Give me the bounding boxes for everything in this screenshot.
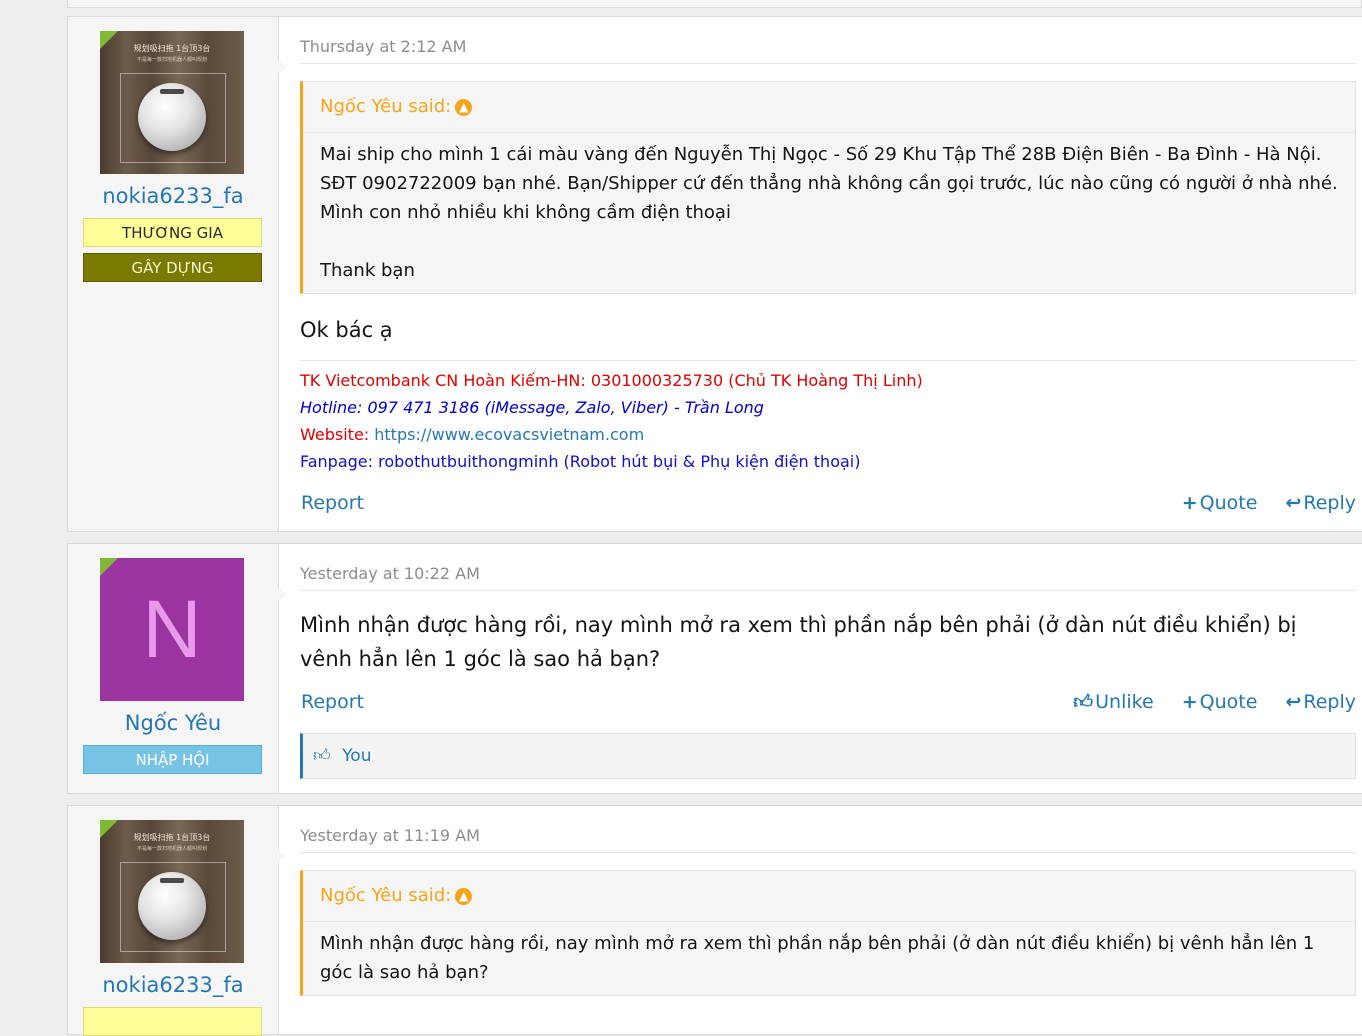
signature: TK Vietcombank CN Hoàn Kiếm-HN: 03010003… (300, 367, 923, 475)
unlike-button[interactable]: 👍︎ Unlike (1073, 691, 1153, 713)
report-link[interactable]: Report (301, 492, 364, 514)
post-2: N Ngốc Yêu NHẬP HỘI Yesterday at 10:22 A… (67, 543, 1362, 794)
online-indicator-icon (100, 820, 118, 838)
post-timestamp[interactable]: Yesterday at 10:22 AM (300, 564, 480, 583)
post-3-content: Yesterday at 11:19 AM Ngốc Yêu said: ▲ Mì… (300, 806, 1356, 1034)
online-indicator-icon (100, 31, 118, 49)
quote-block: Ngốc Yêu said: ▲ Mai ship cho mình 1 cái … (300, 81, 1356, 294)
quote-block: Ngốc Yêu said: ▲ Mình nhận được hàng rồi,… (300, 870, 1356, 996)
avatar[interactable]: N (100, 558, 244, 701)
quote-text: Mình nhận được hàng rồi, nay mình mở ra … (320, 933, 1315, 983)
divider (303, 132, 1355, 133)
quote-button[interactable]: + Quote (1182, 691, 1258, 713)
username[interactable]: nokia6233_fa (68, 973, 278, 997)
robot-vacuum-icon (138, 83, 206, 151)
divider (300, 63, 1356, 64)
report-link[interactable]: Report (301, 691, 364, 713)
likes-user-link[interactable]: You (342, 746, 371, 766)
post-3: 规划吸扫拖 1台顶3台 不是每一款扫地机器人都叫规划 nokia6233_fa … (67, 805, 1362, 1036)
reply-arrow-icon: ↩ (1285, 492, 1302, 514)
previous-post-edge (67, 0, 1362, 8)
quote-button[interactable]: + Quote (1182, 492, 1258, 514)
reply-arrow-icon: ↩ (1285, 691, 1302, 713)
thumbs-up-icon: 👍︎ (1073, 691, 1094, 713)
likes-summary: 👍︎ You (300, 733, 1356, 779)
post-1: 规划吸扫拖 1台顶3台 不是每一款扫地机器人都叫规划 nokia6233_fa … (67, 16, 1362, 532)
divider (303, 921, 1355, 922)
post-timestamp[interactable]: Thursday at 2:12 AM (300, 37, 466, 56)
avatar[interactable]: 规划吸扫拖 1台顶3台 不是每一款扫地机器人都叫规划 (100, 820, 244, 963)
divider (300, 852, 1356, 853)
post-3-user-info: 规划吸扫拖 1台顶3台 不是每一款扫地机器人都叫规划 nokia6233_fa (68, 806, 279, 1036)
post-2-user-info: N Ngốc Yêu NHẬP HỘI (68, 544, 279, 793)
username[interactable]: Ngốc Yêu (68, 711, 278, 735)
reply-button[interactable]: ↩ Reply (1285, 492, 1356, 514)
post-message: Mình nhận được hàng rồi, nay mình mở ra … (300, 613, 1297, 671)
avatar[interactable]: 规划吸扫拖 1台顶3台 不是每一款扫地机器人都叫规划 (100, 31, 244, 174)
message-arrow (277, 59, 286, 75)
quote-attribution[interactable]: Ngốc Yêu said: ▲ (320, 96, 473, 117)
online-indicator-icon (100, 558, 118, 576)
plus-icon: + (1181, 492, 1198, 514)
signature-fanpage[interactable]: Fanpage: robothutbuithongminh (Robot hút… (300, 448, 923, 475)
signature-divider (300, 360, 1356, 361)
post-timestamp[interactable]: Yesterday at 11:19 AM (300, 826, 480, 845)
arrow-up-circle-icon[interactable]: ▲ (455, 99, 473, 116)
website-link[interactable]: https://www.ecovacsvietnam.com (374, 425, 644, 444)
message-arrow (277, 848, 286, 864)
user-banner (83, 1007, 262, 1036)
arrow-up-circle-icon[interactable]: ▲ (455, 888, 473, 905)
username[interactable]: nokia6233_fa (68, 184, 278, 208)
user-banner: GÂY DỰNG (83, 253, 262, 282)
quote-attribution[interactable]: Ngốc Yêu said: ▲ (320, 885, 473, 906)
post-1-content: Thursday at 2:12 AM Ngốc Yêu said: ▲ Mai … (300, 17, 1356, 531)
reply-button[interactable]: ↩ Reply (1285, 691, 1356, 713)
post-message: Ok bác ạ (300, 318, 393, 342)
signature-hotline: Hotline: 097 471 3186 (iMessage, Zalo, V… (300, 398, 764, 417)
post-actions: 👍︎ Unlike + Quote ↩ Reply (1051, 691, 1356, 714)
post-2-content: Yesterday at 10:22 AM Mình nhận được hàn… (300, 544, 1356, 793)
user-banner: THƯƠNG GIA (83, 218, 262, 247)
divider (300, 590, 1356, 591)
signature-bank: TK Vietcombank CN Hoàn Kiếm-HN: 03010003… (300, 371, 923, 390)
thumbs-up-icon: 👍︎ (313, 746, 331, 766)
quote-text: Mai ship cho mình 1 cái màu vàng đến Ngu… (320, 144, 1338, 281)
plus-icon: + (1181, 691, 1198, 713)
post-actions: + Quote ↩ Reply (1160, 492, 1356, 514)
robot-vacuum-icon (138, 872, 206, 940)
user-banner: NHẬP HỘI (83, 745, 262, 774)
post-1-user-info: 规划吸扫拖 1台顶3台 不是每一款扫地机器人都叫规划 nokia6233_fa … (68, 17, 279, 531)
message-arrow (277, 586, 286, 602)
